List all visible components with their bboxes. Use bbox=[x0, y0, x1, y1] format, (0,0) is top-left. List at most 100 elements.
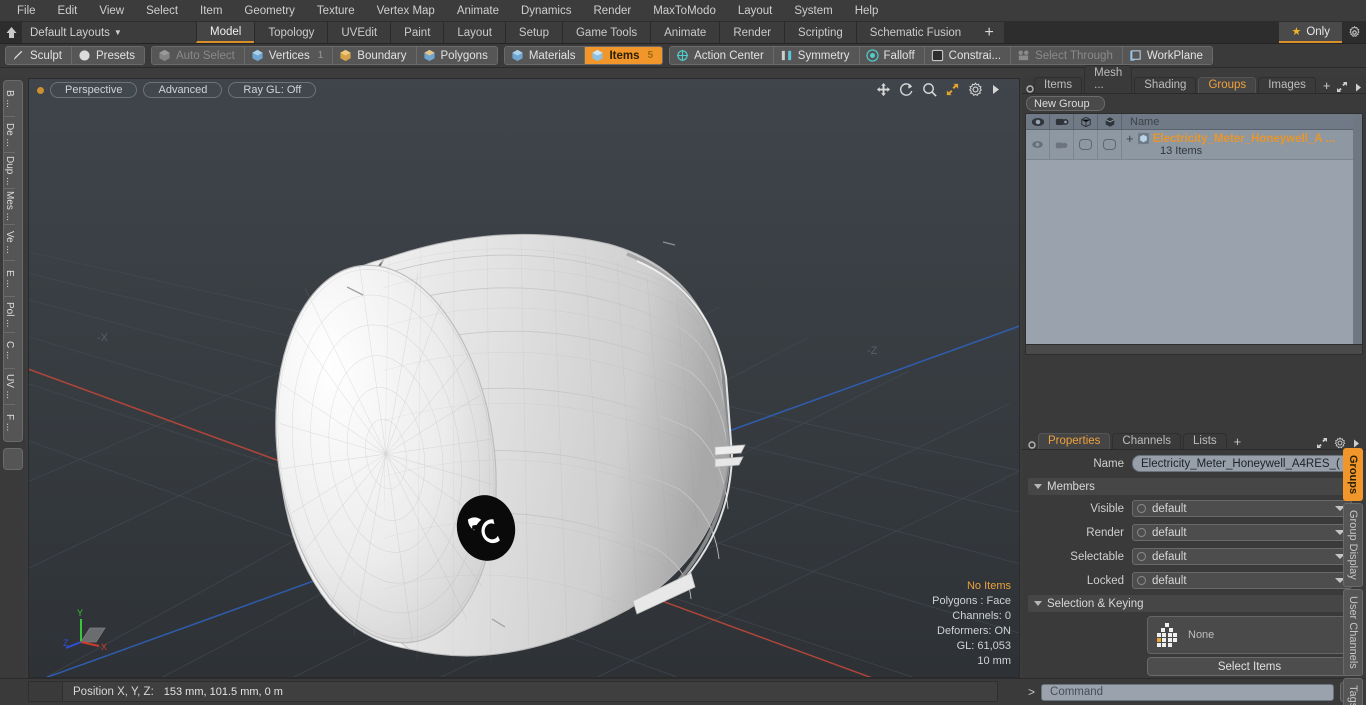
auto-select-button[interactable]: Auto Select bbox=[151, 47, 245, 64]
subtab-group-display[interactable]: Group Display bbox=[1343, 503, 1363, 587]
select-through-button[interactable]: Select Through bbox=[1011, 47, 1123, 64]
left-tool-extra-button[interactable] bbox=[3, 448, 23, 470]
eye-icon[interactable] bbox=[1026, 114, 1050, 129]
tab-channels[interactable]: Channels bbox=[1112, 433, 1182, 449]
home-icon[interactable] bbox=[0, 22, 22, 43]
tab-model[interactable]: Model bbox=[196, 22, 256, 43]
left-tool-deform[interactable]: De ... bbox=[4, 117, 15, 153]
expand-icon[interactable] bbox=[1316, 437, 1328, 449]
channel-dot-icon[interactable] bbox=[1137, 504, 1146, 513]
expand-icon[interactable] bbox=[1336, 81, 1348, 93]
menu-item-texture[interactable]: Texture bbox=[306, 1, 366, 21]
left-tool-duplicate[interactable]: Dup ... bbox=[4, 153, 15, 189]
tab-shading[interactable]: Shading bbox=[1134, 77, 1197, 93]
row-shaded-checkbox[interactable] bbox=[1098, 130, 1122, 159]
menu-item-system[interactable]: System bbox=[783, 1, 843, 21]
table-row[interactable]: + Electricity_Meter_Honeywell_A ... 13 I… bbox=[1026, 130, 1362, 160]
cube-outline-icon[interactable] bbox=[1074, 114, 1098, 129]
falloff-button[interactable]: Falloff bbox=[859, 47, 925, 64]
tab-layout[interactable]: Layout bbox=[443, 22, 506, 43]
select-items-button[interactable]: Select Items bbox=[1147, 657, 1352, 676]
left-tool-vertex[interactable]: Ve ... bbox=[4, 225, 15, 261]
menu-item-item[interactable]: Item bbox=[189, 1, 233, 21]
groups-list[interactable]: Name + Electricity_Meter_Honeywell_A ...… bbox=[1025, 113, 1363, 345]
tab-paint[interactable]: Paint bbox=[390, 22, 445, 43]
tab-uvedit[interactable]: UVEdit bbox=[327, 22, 392, 43]
left-tool-uv[interactable]: UV ... bbox=[4, 369, 15, 405]
left-tool-polygon[interactable]: Pol ... bbox=[4, 297, 15, 333]
menu-item-file[interactable]: File bbox=[6, 1, 47, 21]
only-toggle-button[interactable]: ★ Only bbox=[1279, 22, 1342, 43]
tab-schematic-fusion[interactable]: Schematic Fusion bbox=[855, 22, 976, 43]
tab-groups[interactable]: Groups bbox=[1198, 77, 1257, 93]
row-render-toggle[interactable] bbox=[1050, 130, 1074, 159]
new-group-button[interactable]: New Group bbox=[1026, 96, 1105, 111]
add-panel-tab-button[interactable]: + bbox=[1318, 78, 1336, 93]
tab-lists[interactable]: Lists bbox=[1183, 433, 1227, 449]
command-input[interactable]: Command bbox=[1041, 683, 1334, 701]
left-tool-curve[interactable]: C ... bbox=[4, 333, 15, 369]
menu-item-dynamics[interactable]: Dynamics bbox=[510, 1, 582, 21]
zoom-icon[interactable] bbox=[922, 82, 937, 97]
tab-scripting[interactable]: Scripting bbox=[784, 22, 857, 43]
menu-item-view[interactable]: View bbox=[88, 1, 135, 21]
workplane-button[interactable]: WorkPlane bbox=[1122, 47, 1212, 64]
menu-item-geometry[interactable]: Geometry bbox=[233, 1, 306, 21]
row-visibility-toggle[interactable] bbox=[1026, 130, 1050, 159]
subtab-groups[interactable]: Groups bbox=[1343, 448, 1363, 502]
tab-render[interactable]: Render bbox=[719, 22, 786, 43]
groups-list-scrollbar[interactable] bbox=[1353, 114, 1362, 344]
subtab-tags[interactable]: Tags bbox=[1343, 677, 1363, 705]
properties-menu-dot-icon[interactable] bbox=[1026, 441, 1038, 449]
polygons-button[interactable]: Polygons bbox=[416, 47, 497, 64]
left-tool-edge[interactable]: E ... bbox=[4, 261, 15, 297]
viewport-shading-dropdown[interactable]: Advanced bbox=[143, 82, 223, 98]
items-button[interactable]: Items 5 bbox=[585, 47, 663, 64]
viewport-perspective-dropdown[interactable]: Perspective bbox=[50, 82, 138, 98]
move-icon[interactable] bbox=[876, 82, 891, 97]
add-tab-button[interactable]: + bbox=[974, 22, 1005, 43]
fit-icon[interactable] bbox=[945, 82, 960, 97]
members-section-header[interactable]: Members bbox=[1028, 478, 1352, 495]
menu-item-help[interactable]: Help bbox=[844, 1, 890, 21]
subtab-user-channels[interactable]: User Channels bbox=[1343, 588, 1363, 676]
tab-animate[interactable]: Animate bbox=[650, 22, 721, 43]
axis-gizmo[interactable]: Y X Z bbox=[63, 604, 119, 657]
expand-row-icon[interactable]: + bbox=[1126, 132, 1134, 145]
left-tool-basic[interactable]: B ... bbox=[4, 81, 15, 117]
left-tool-fusion[interactable]: F ... bbox=[4, 405, 15, 441]
render-camera-icon[interactable] bbox=[1050, 114, 1074, 129]
tab-topology[interactable]: Topology bbox=[254, 22, 329, 43]
channel-dot-icon[interactable] bbox=[1137, 528, 1146, 537]
selection-keying-section-header[interactable]: Selection & Keying bbox=[1028, 595, 1352, 612]
tab-properties[interactable]: Properties bbox=[1038, 433, 1111, 449]
arrow-right-icon[interactable] bbox=[991, 83, 1001, 96]
name-field[interactable]: Electricity_Meter_Honeywell_A4RES_( bbox=[1132, 455, 1352, 472]
constraint-button[interactable]: Constrai... bbox=[924, 47, 1012, 64]
viewport-3d[interactable]: -X -Z Perspective Advanced Ray GL: Off N… bbox=[28, 78, 1020, 678]
tab-game-tools[interactable]: Game Tools bbox=[561, 22, 652, 43]
tab-setup[interactable]: Setup bbox=[504, 22, 563, 43]
render-dropdown[interactable]: default bbox=[1132, 524, 1352, 541]
tab-mesh[interactable]: Mesh ... bbox=[1084, 65, 1133, 93]
selectable-dropdown[interactable]: default bbox=[1132, 548, 1352, 565]
action-center-button[interactable]: Action Center bbox=[670, 47, 774, 64]
menu-item-layout[interactable]: Layout bbox=[727, 1, 784, 21]
gear-icon[interactable] bbox=[968, 82, 983, 97]
arrow-right-icon[interactable] bbox=[1352, 438, 1361, 449]
panel-menu-dot-icon[interactable] bbox=[1026, 85, 1034, 93]
gear-icon[interactable] bbox=[1342, 22, 1366, 43]
rotate-icon[interactable] bbox=[899, 82, 914, 97]
menu-item-select[interactable]: Select bbox=[135, 1, 189, 21]
row-wireframe-checkbox[interactable] bbox=[1074, 130, 1098, 159]
viewport-menu-dot-icon[interactable] bbox=[37, 86, 44, 94]
tab-items[interactable]: Items bbox=[1034, 77, 1083, 93]
menu-item-render[interactable]: Render bbox=[582, 1, 642, 21]
presets-button[interactable]: Presets bbox=[71, 47, 144, 64]
arrow-right-icon[interactable] bbox=[1354, 82, 1363, 93]
menu-item-vertex-map[interactable]: Vertex Map bbox=[366, 1, 446, 21]
default-layouts-dropdown[interactable]: Default Layouts ▼ bbox=[22, 22, 172, 43]
channel-dot-icon[interactable] bbox=[1137, 576, 1146, 585]
left-tool-mesh[interactable]: Mes ... bbox=[4, 189, 15, 225]
boundary-button[interactable]: Boundary bbox=[333, 47, 417, 64]
